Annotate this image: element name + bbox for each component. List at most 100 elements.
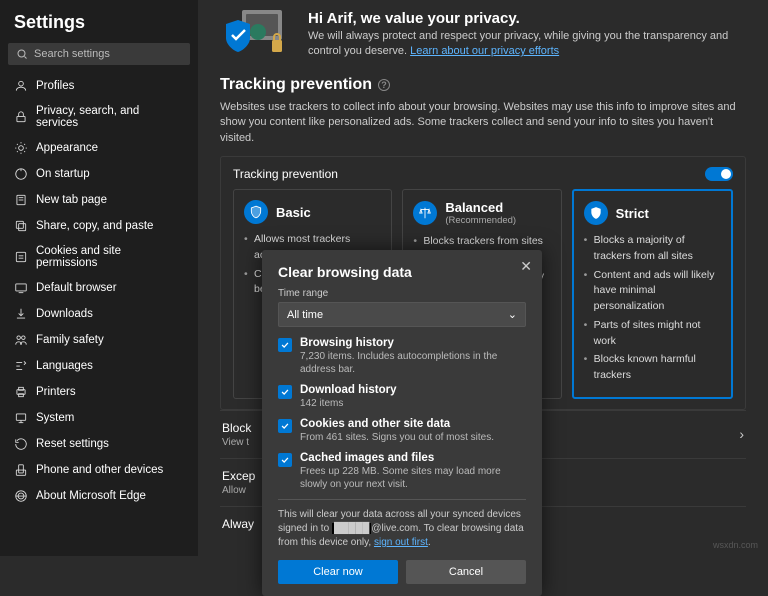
card-bullet: Blocks known harmful trackers	[594, 352, 721, 384]
chevron-down-icon: ⌄	[508, 308, 517, 321]
sidebar-item-appearance[interactable]: Appearance	[0, 135, 198, 161]
sidebar-item-label: Family safety	[36, 334, 104, 346]
sidebar-icon	[14, 167, 28, 181]
sidebar-item-privacy-search-and-services[interactable]: Privacy, search, and services	[0, 99, 198, 135]
dialog-sync-note: This will clear your data across all you…	[278, 499, 526, 550]
sidebar-item-label: Privacy, search, and services	[36, 105, 184, 129]
checkbox-sub: 7,230 items. Includes autocompletions in…	[300, 350, 526, 376]
sidebar-item-label: On startup	[36, 168, 90, 180]
sidebar-item-label: Profiles	[36, 80, 74, 92]
shield-basic-icon	[244, 200, 268, 224]
sidebar-item-label: System	[36, 412, 74, 424]
sidebar-icon	[14, 141, 28, 155]
sidebar-item-default-browser[interactable]: Default browser	[0, 275, 198, 301]
dialog-title: Clear browsing data	[278, 264, 526, 280]
hero-illustration	[220, 10, 292, 60]
time-range-label: Time range	[278, 288, 526, 299]
sidebar-icon	[14, 463, 28, 477]
sidebar-item-label: Cookies and site permissions	[36, 245, 184, 269]
sidebar-icon	[14, 437, 28, 451]
privacy-hero: Hi Arif, we value your privacy. We will …	[220, 10, 746, 60]
card-sub: (Recommended)	[445, 215, 516, 226]
cancel-button[interactable]: Cancel	[406, 560, 526, 584]
sidebar-item-label: Printers	[36, 386, 76, 398]
sidebar-item-system[interactable]: System	[0, 405, 198, 431]
chevron-right-icon: ›	[739, 426, 744, 442]
sidebar-item-new-tab-page[interactable]: New tab page	[0, 187, 198, 213]
close-icon[interactable]: ✕	[520, 258, 532, 275]
search-input[interactable]: Search settings	[8, 43, 190, 65]
sidebar-icon	[14, 79, 28, 93]
sidebar-item-downloads[interactable]: Downloads	[0, 301, 198, 327]
checkbox-icon[interactable]	[278, 419, 292, 433]
search-placeholder: Search settings	[34, 48, 110, 60]
balance-icon	[413, 201, 437, 225]
clear-now-button[interactable]: Clear now	[278, 560, 398, 584]
tracking-card-strict[interactable]: Strict Blocks a majority of trackers fro…	[572, 189, 733, 399]
search-icon	[16, 48, 28, 60]
sidebar-item-reset-settings[interactable]: Reset settings	[0, 431, 198, 457]
dialog-checkbox-row[interactable]: Cached images and filesFrees up 228 MB. …	[278, 452, 526, 491]
checkbox-label: Cookies and other site data	[300, 418, 494, 430]
sidebar-item-languages[interactable]: Languages	[0, 353, 198, 379]
sidebar-item-about-microsoft-edge[interactable]: About Microsoft Edge	[0, 483, 198, 509]
sidebar-item-label: Share, copy, and paste	[36, 220, 153, 232]
sidebar-icon	[14, 385, 28, 399]
tracking-title: Tracking prevention ?	[220, 76, 746, 94]
card-bullet: Content and ads will likely have minimal…	[594, 268, 721, 315]
sidebar-item-on-startup[interactable]: On startup	[0, 161, 198, 187]
watermark: wsxdn.com	[713, 540, 758, 550]
sidebar-item-family-safety[interactable]: Family safety	[0, 327, 198, 353]
checkbox-icon[interactable]	[278, 338, 292, 352]
info-icon[interactable]: ?	[378, 79, 390, 91]
hero-desc: We will always protect and respect your …	[308, 29, 746, 60]
card-title: Balanced	[445, 200, 516, 215]
sidebar-item-cookies-and-site-permissions[interactable]: Cookies and site permissions	[0, 239, 198, 275]
sidebar-icon	[14, 489, 28, 503]
sidebar-title: Settings	[0, 8, 198, 43]
sidebar-item-label: Default browser	[36, 282, 117, 294]
checkbox-sub: Frees up 228 MB. Some sites may load mor…	[300, 465, 526, 491]
sidebar-icon	[14, 110, 28, 124]
sidebar-item-label: Reset settings	[36, 438, 109, 450]
sidebar-icon	[14, 281, 28, 295]
sidebar-icon	[14, 411, 28, 425]
card-title: Basic	[276, 205, 311, 220]
dialog-checkbox-row[interactable]: Download history142 items	[278, 384, 526, 410]
hero-title: Hi Arif, we value your privacy.	[308, 10, 746, 27]
time-range-select[interactable]: All time ⌄	[278, 302, 526, 327]
sign-out-link[interactable]: sign out first	[374, 537, 428, 548]
sidebar-icon	[14, 359, 28, 373]
tracking-box-label: Tracking prevention	[233, 167, 338, 181]
sidebar-item-label: Languages	[36, 360, 93, 372]
sidebar-item-label: Appearance	[36, 142, 98, 154]
checkbox-sub: 142 items	[300, 397, 396, 410]
sidebar-item-label: New tab page	[36, 194, 107, 206]
dialog-checkbox-row[interactable]: Browsing history7,230 items. Includes au…	[278, 337, 526, 376]
checkbox-label: Download history	[300, 384, 396, 396]
tracking-toggle[interactable]	[705, 167, 733, 181]
card-bullet: Blocks a majority of trackers from all s…	[594, 233, 721, 265]
sidebar-icon	[14, 193, 28, 207]
sidebar-icon	[14, 219, 28, 233]
checkbox-icon[interactable]	[278, 453, 292, 467]
sidebar-icon	[14, 307, 28, 321]
checkbox-label: Cached images and files	[300, 452, 526, 464]
checkbox-icon[interactable]	[278, 385, 292, 399]
sidebar-item-label: Phone and other devices	[36, 464, 163, 476]
clear-browsing-dialog: ✕ Clear browsing data Time range All tim…	[262, 250, 542, 596]
card-bullet: Parts of sites might not work	[594, 318, 721, 350]
dialog-checkbox-row[interactable]: Cookies and other site dataFrom 461 site…	[278, 418, 526, 444]
sidebar-item-label: Downloads	[36, 308, 93, 320]
card-title: Strict	[616, 206, 649, 221]
sidebar-item-phone-and-other-devices[interactable]: Phone and other devices	[0, 457, 198, 483]
sidebar-icon	[14, 250, 28, 264]
sidebar-item-share-copy-and-paste[interactable]: Share, copy, and paste	[0, 213, 198, 239]
settings-sidebar: Settings Search settings Profiles Privacy…	[0, 0, 198, 556]
tracking-desc: Websites use trackers to collect info ab…	[220, 100, 746, 146]
sidebar-item-printers[interactable]: Printers	[0, 379, 198, 405]
checkbox-sub: From 461 sites. Signs you out of most si…	[300, 431, 494, 444]
sidebar-item-profiles[interactable]: Profiles	[0, 73, 198, 99]
hero-link[interactable]: Learn about our privacy efforts	[410, 45, 559, 57]
checkbox-label: Browsing history	[300, 337, 526, 349]
